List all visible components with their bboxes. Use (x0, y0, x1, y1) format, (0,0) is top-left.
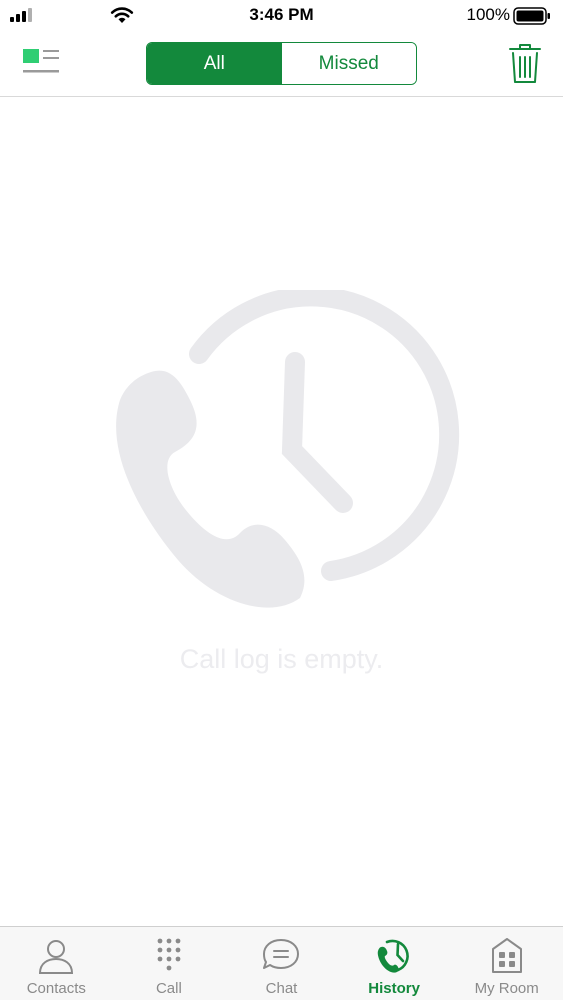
tab-missed[interactable]: Missed (281, 43, 416, 84)
tab-label: Call (155, 980, 182, 997)
tab-label: My Room (474, 980, 539, 997)
tab-label: History (368, 980, 420, 997)
tab-contacts[interactable]: Contacts (0, 927, 113, 1000)
bottom-tab-bar: Contacts Call Chat History My Room (0, 926, 563, 1000)
tab-label: Contacts (26, 980, 86, 997)
room-icon (491, 938, 522, 973)
battery-icon (513, 7, 550, 25)
tab-label: Chat (265, 980, 298, 997)
tab-my-room[interactable]: My Room (450, 927, 563, 1000)
menu-toggle-icon[interactable] (20, 46, 64, 80)
tab-all[interactable]: All (147, 43, 282, 84)
empty-state-message: Call log is empty. (179, 644, 384, 674)
call-filter-segmented-control: All Missed (146, 42, 417, 85)
tab-chat[interactable]: Chat (225, 927, 338, 1000)
tab-call[interactable]: Call (113, 927, 226, 1000)
contact-icon (39, 940, 74, 974)
chat-bubble-icon (263, 939, 300, 969)
top-nav: All Missed (0, 32, 563, 97)
trash-icon[interactable] (506, 42, 544, 86)
history-icon (377, 939, 409, 973)
tab-history[interactable]: History (338, 927, 451, 1000)
phone-clock-icon (116, 290, 460, 608)
battery-percent: 100% (466, 5, 510, 24)
dialpad-icon (157, 938, 181, 971)
status-bar: 3:46 PM 100% (0, 0, 563, 32)
